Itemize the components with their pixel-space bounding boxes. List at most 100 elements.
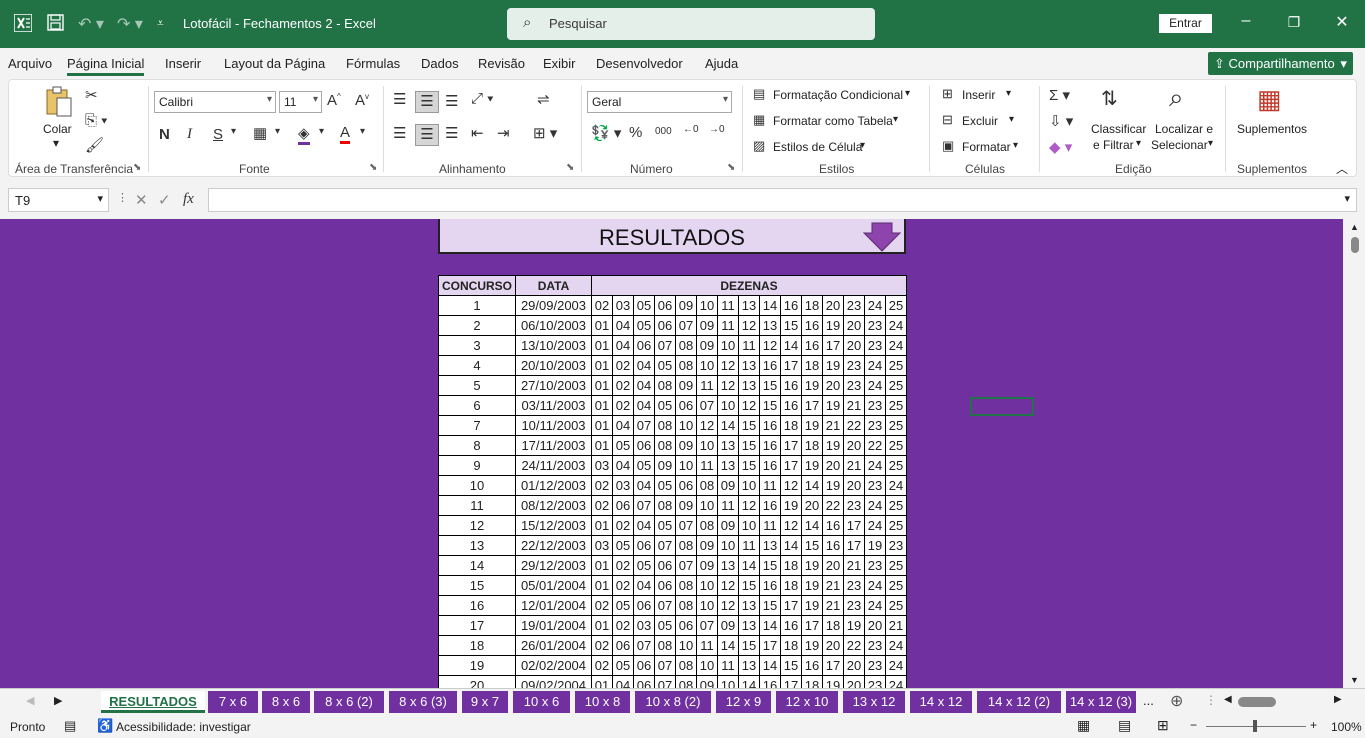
dezena-cell[interactable]: 03 [633,615,655,636]
dezena-cell[interactable]: 01 [591,675,613,688]
dezena-cell[interactable]: 20 [843,315,865,336]
dezena-cell[interactable]: 08 [675,575,697,596]
dezena-cell[interactable]: 04 [633,355,655,376]
dezena-cell[interactable]: 16 [780,375,802,396]
concurso-cell[interactable]: 9 [438,455,516,476]
scroll-right-icon[interactable]: ▶ [1334,694,1342,705]
dezena-cell[interactable]: 09 [696,315,718,336]
dezena-cell[interactable]: 17 [780,355,802,376]
dezena-cell[interactable]: 17 [780,435,802,456]
sheet-tab[interactable]: 8 x 6 (3) [389,691,457,713]
dezena-cell[interactable]: 01 [591,395,613,416]
dezena-cell[interactable]: 07 [696,615,718,636]
dezena-cell[interactable]: 10 [696,355,718,376]
dezena-cell[interactable]: 24 [885,635,907,656]
dezena-cell[interactable]: 07 [675,515,697,536]
dezena-cell[interactable]: 08 [675,655,697,676]
dezena-cell[interactable]: 02 [591,595,613,616]
dezena-cell[interactable]: 12 [780,475,802,496]
dezena-cell[interactable]: 23 [864,475,886,496]
copy-icon[interactable]: ⎘ ▾ [85,112,107,129]
dezena-cell[interactable]: 25 [885,575,907,596]
font-color-icon[interactable]: A [340,124,351,144]
dezena-cell[interactable]: 12 [759,335,781,356]
dezena-cell[interactable]: 08 [654,375,676,396]
dezena-cell[interactable]: 24 [864,355,886,376]
data-cell[interactable]: 06/10/2003 [515,315,592,336]
percent-icon[interactable]: % [629,124,642,141]
dezena-cell[interactable]: 20 [801,495,823,516]
data-cell[interactable]: 12/01/2004 [515,595,592,616]
data-cell[interactable]: 26/01/2004 [515,635,592,656]
dezena-cell[interactable]: 18 [780,555,802,576]
dezena-cell[interactable]: 07 [654,335,676,356]
dezena-cell[interactable]: 02 [591,295,613,316]
dezena-cell[interactable]: 18 [780,635,802,656]
dezena-cell[interactable]: 11 [696,455,718,476]
dezena-cell[interactable]: 24 [864,455,886,476]
dezena-cell[interactable]: 13 [738,295,760,316]
dezena-cell[interactable]: 24 [864,375,886,396]
concurso-cell[interactable]: 7 [438,415,516,436]
dezena-cell[interactable]: 04 [633,515,655,536]
dezena-cell[interactable]: 09 [717,515,739,536]
dezena-cell[interactable]: 21 [822,595,844,616]
dezena-cell[interactable]: 12 [717,595,739,616]
add-sheet-icon[interactable]: ⊕ [1170,691,1183,711]
sign-in-button[interactable]: Entrar [1159,14,1212,33]
save-icon[interactable] [47,14,64,36]
dezena-cell[interactable]: 11 [738,535,760,556]
dezena-cell[interactable]: 14 [801,475,823,496]
dezena-cell[interactable]: 13 [738,595,760,616]
dezena-cell[interactable]: 14 [780,535,802,556]
dezena-cell[interactable]: 20 [843,655,865,676]
concurso-cell[interactable]: 15 [438,575,516,596]
comma-style-icon[interactable]: 000 [655,126,672,137]
dezena-cell[interactable]: 08 [696,515,718,536]
dezena-cell[interactable]: 15 [759,375,781,396]
dezena-cell[interactable]: 25 [885,595,907,616]
increase-indent-icon[interactable]: ⇥ [497,124,510,142]
dezena-cell[interactable]: 06 [612,635,634,656]
dezena-cell[interactable]: 25 [885,455,907,476]
dezena-cell[interactable]: 08 [654,435,676,456]
dezena-cell[interactable]: 23 [864,315,886,336]
dezena-cell[interactable]: 02 [612,375,634,396]
dezena-cell[interactable]: 13 [759,315,781,336]
dezena-cell[interactable]: 15 [738,455,760,476]
dezena-cell[interactable]: 11 [696,635,718,656]
concurso-cell[interactable]: 19 [438,655,516,676]
dezena-cell[interactable]: 16 [759,675,781,688]
worksheet[interactable]: RESULTADOS CONCURSO DATA DEZENAS 1 29/09/… [0,219,1343,688]
dezena-cell[interactable]: 08 [675,535,697,556]
dezena-cell[interactable]: 17 [780,455,802,476]
dezena-cell[interactable]: 01 [591,375,613,396]
dezena-cell[interactable]: 10 [738,475,760,496]
dezena-cell[interactable]: 20 [822,635,844,656]
dezena-cell[interactable]: 16 [801,315,823,336]
dezena-cell[interactable]: 16 [780,395,802,416]
insert-function-icon[interactable]: fx [183,191,194,208]
dezena-cell[interactable]: 07 [633,415,655,436]
addins-button[interactable]: Suplementos [1237,122,1307,136]
dezena-cell[interactable]: 25 [885,415,907,436]
chevron-down-icon[interactable]: ▾ [53,136,59,150]
format-as-table-button[interactable]: Formatar como Tabela [773,114,893,128]
dezena-cell[interactable]: 19 [822,675,844,688]
italic-button[interactable]: I [187,126,192,143]
selected-cell[interactable] [970,397,1034,416]
font-size-select[interactable]: 11 ▾ [279,91,322,113]
more-sheets-button[interactable]: ... [1143,693,1154,708]
dezena-cell[interactable]: 12 [780,515,802,536]
normal-view-icon[interactable]: ▦ [1077,717,1090,734]
dezena-cell[interactable]: 19 [801,415,823,436]
dezena-cell[interactable]: 13 [738,615,760,636]
dezena-cell[interactable]: 13 [717,455,739,476]
dezena-cell[interactable]: 06 [654,575,676,596]
dezena-cell[interactable]: 25 [885,295,907,316]
dialog-launcher-icon[interactable]: ⬊ [369,162,377,173]
tab-dados[interactable]: Dados [421,56,459,71]
dezena-cell[interactable]: 14 [738,555,760,576]
dezena-cell[interactable]: 21 [843,455,865,476]
dezena-cell[interactable]: 25 [885,555,907,576]
